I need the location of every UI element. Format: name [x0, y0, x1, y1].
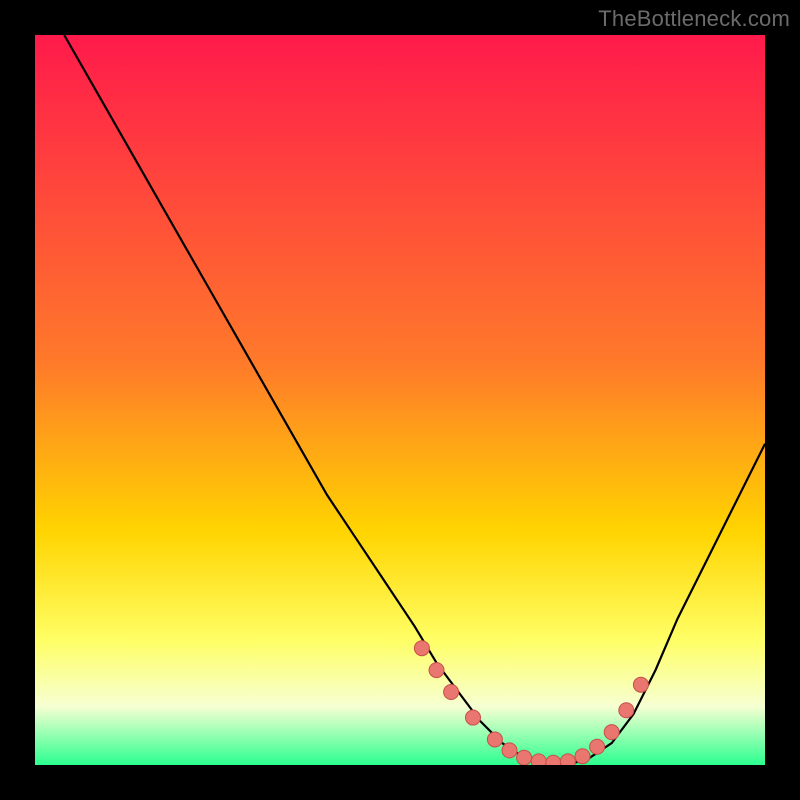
highlight-dot: [444, 685, 459, 700]
highlight-dot: [604, 725, 619, 740]
highlight-dot: [429, 663, 444, 678]
highlight-dot: [487, 732, 502, 747]
highlight-dot: [414, 641, 429, 656]
highlight-dot: [517, 750, 532, 765]
chart-frame: TheBottleneck.com: [0, 0, 800, 800]
plot-area: [35, 35, 765, 765]
highlight-dot: [466, 710, 481, 725]
highlight-dot: [560, 754, 575, 765]
highlight-dot: [502, 743, 517, 758]
watermark-text: TheBottleneck.com: [598, 6, 790, 32]
chart-svg: [35, 35, 765, 765]
gradient-rect: [35, 35, 765, 765]
highlight-dot: [590, 739, 605, 754]
highlight-dot: [531, 754, 546, 765]
highlight-dot: [633, 677, 648, 692]
highlight-dot: [575, 749, 590, 764]
highlight-dot: [619, 703, 634, 718]
